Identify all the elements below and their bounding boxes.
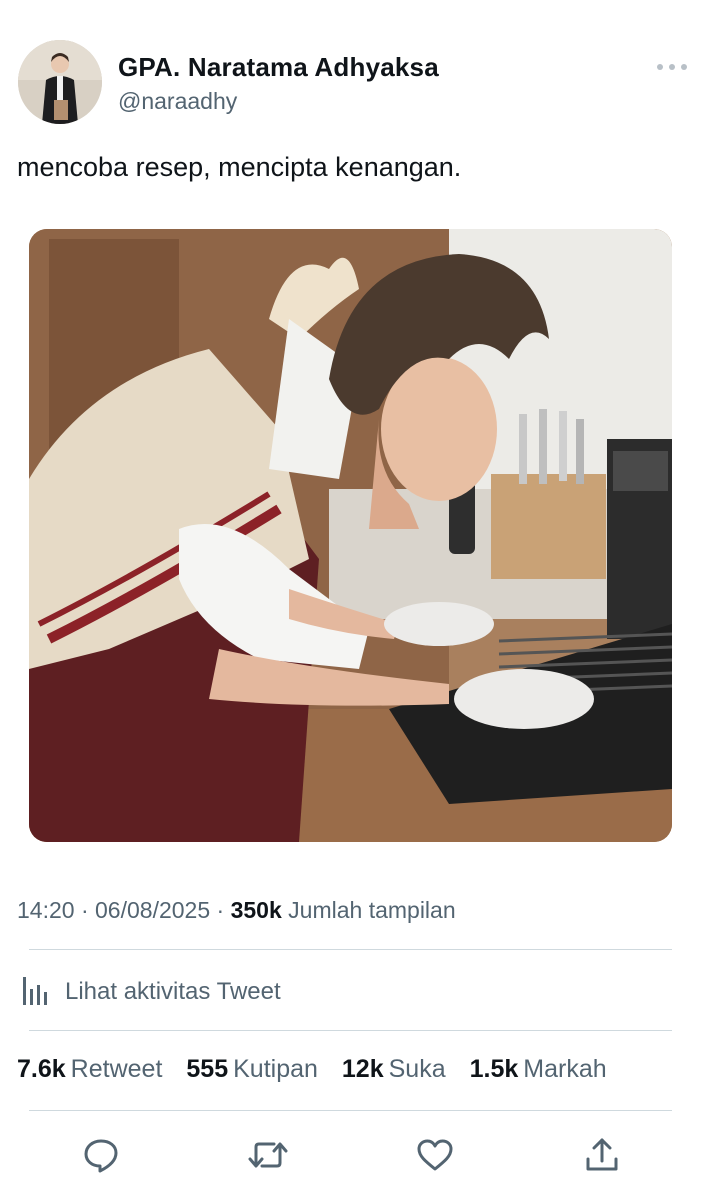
stat-label: Retweet <box>70 1055 163 1083</box>
tweet-date[interactable]: 06/08/2025 <box>95 897 210 923</box>
stat-quotes[interactable]: 555 Kutipan <box>186 1055 318 1084</box>
stat-likes[interactable]: 12k Suka <box>342 1055 446 1084</box>
stat-count: 12k <box>341 1055 384 1083</box>
views-count: 350k <box>230 897 282 923</box>
display-name[interactable]: GPA. Naratama Adhyaksa <box>118 52 439 83</box>
stat-bookmarks[interactable]: 1.5k Markah <box>470 1055 607 1084</box>
like-button[interactable] <box>410 1130 460 1180</box>
stat-count: 555 <box>186 1055 229 1083</box>
meta-separator: · <box>216 897 225 923</box>
bar-chart-icon <box>17 973 51 1012</box>
heart-icon <box>417 1139 453 1171</box>
tweet-header: GPA. Naratama Adhyaksa @naraadhy <box>0 0 702 130</box>
meta-separator: · <box>80 897 89 923</box>
activity-label: Lihat aktivitas Tweet <box>65 978 281 1005</box>
stat-label: Kutipan <box>233 1055 318 1083</box>
stat-label: Suka <box>388 1055 446 1083</box>
photo-illustration <box>29 229 672 842</box>
tweet-meta: 14:20 · 06/08/2025 · 350k Jumlah tampila… <box>17 897 456 924</box>
more-dots-icon[interactable] <box>657 56 687 78</box>
retweet-button[interactable] <box>243 1130 293 1180</box>
engagement-stats: 7.6k Retweet 555 Kutipan 12k Suka 1.5k Marka… <box>17 1055 631 1084</box>
divider <box>29 1110 672 1111</box>
action-bar <box>0 1130 702 1180</box>
stat-count: 1.5k <box>469 1055 519 1083</box>
more-dot <box>657 64 663 70</box>
avatar-image <box>18 40 102 124</box>
stat-count: 7.6k <box>17 1055 66 1083</box>
divider <box>29 949 672 950</box>
retweet-icon <box>248 1142 288 1168</box>
tweet-activity-link[interactable]: Lihat aktivitas Tweet <box>17 972 281 1012</box>
share-button[interactable] <box>577 1130 627 1180</box>
views-label: Jumlah tampilan <box>288 897 456 923</box>
share-icon <box>586 1138 618 1171</box>
more-dot <box>681 64 687 70</box>
tweet-photo[interactable] <box>29 229 672 842</box>
more-dot <box>669 64 675 70</box>
reply-button[interactable] <box>76 1130 126 1180</box>
stat-retweets[interactable]: 7.6k Retweet <box>17 1055 162 1084</box>
divider <box>29 1030 672 1031</box>
avatar[interactable] <box>18 40 102 124</box>
user-handle[interactable]: @naraadhy <box>118 88 237 115</box>
tweet-text: mencoba resep, mencipta kenangan. <box>17 152 462 182</box>
reply-icon <box>84 1139 118 1173</box>
stat-label: Markah <box>523 1055 607 1083</box>
tweet-time[interactable]: 14:20 <box>17 897 75 923</box>
